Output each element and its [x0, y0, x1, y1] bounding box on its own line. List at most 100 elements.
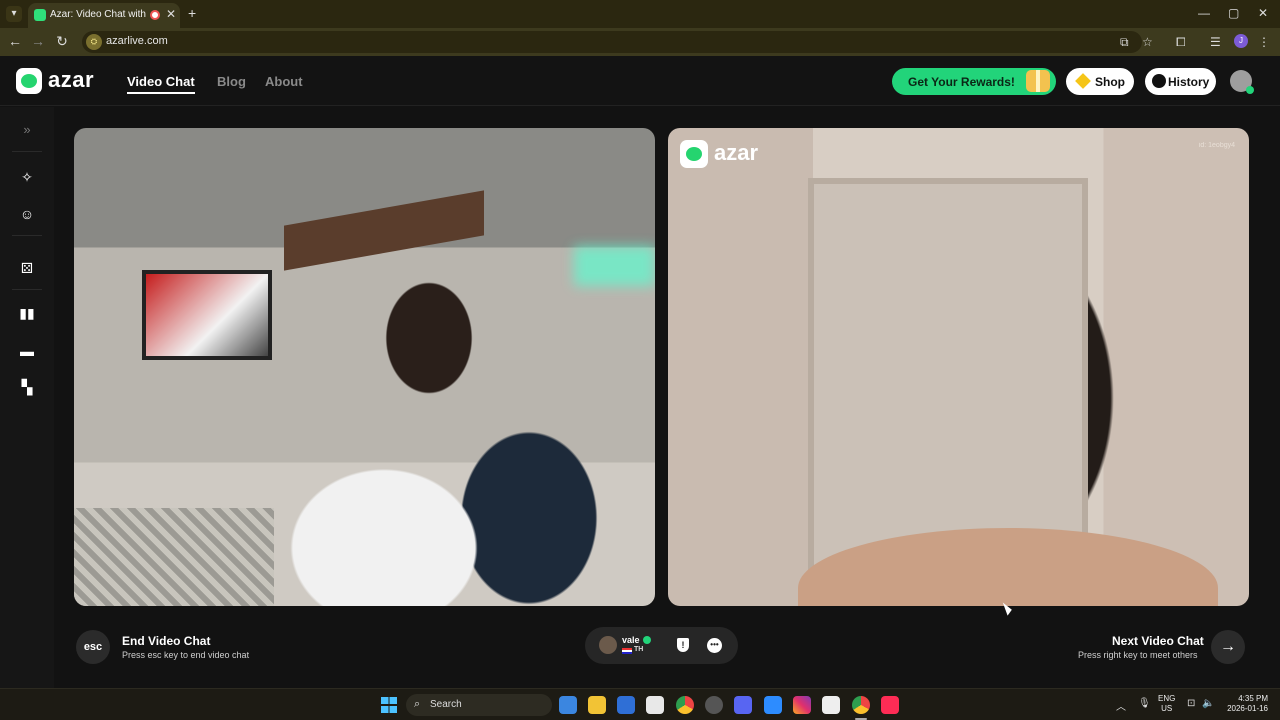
input-language[interactable]: ENG US — [1158, 694, 1175, 714]
site-info-icon[interactable]: ⛭ — [86, 34, 102, 50]
end-chat-title: End Video Chat — [122, 634, 211, 648]
layout-side-by-side-icon[interactable]: ▮▮ — [18, 304, 36, 322]
remote-video: azar id: 1eobgy4 — [668, 128, 1249, 606]
chat-bubble-icon[interactable]: ••• — [707, 638, 722, 653]
system-clock[interactable]: 4:35 PM 2026-01-16 — [1222, 694, 1268, 714]
history-button[interactable]: History — [1145, 68, 1216, 95]
window-close-icon[interactable]: ✕ — [1258, 6, 1268, 20]
profile-avatar[interactable]: J — [1234, 34, 1248, 48]
site-header: azar Video Chat Blog About Get Your Rewa… — [0, 56, 1280, 106]
tiktok-icon[interactable] — [881, 696, 899, 714]
windows-taskbar: ⌕ Search ︿ 🎙 ENG US ⊡ 🔈 4:35 PM 2026-01-… — [0, 688, 1280, 720]
peer-country: TH — [634, 646, 644, 653]
nav-blog[interactable]: Blog — [217, 74, 246, 89]
minimize-icon[interactable]: — — [1198, 6, 1210, 20]
azar-favicon-icon — [34, 9, 46, 21]
extensions-icon[interactable]: ⧠ — [1176, 35, 1186, 50]
reading-list-icon[interactable]: ☰ — [1210, 35, 1221, 49]
local-video — [74, 128, 655, 606]
rail-divider — [12, 289, 42, 290]
magic-wand-icon[interactable]: ✧ — [18, 168, 36, 186]
next-chat-arrow-button[interactable]: → — [1211, 630, 1245, 664]
end-chat-button[interactable]: esc — [76, 630, 110, 664]
verified-badge-icon — [643, 636, 651, 644]
kebab-menu-icon[interactable]: ⋮ — [1258, 35, 1270, 49]
next-chat-hint: Press right key to meet others — [1078, 650, 1198, 660]
recording-indicator-icon — [150, 10, 160, 20]
watermark-logo-icon — [680, 140, 708, 168]
back-icon[interactable]: ← — [6, 33, 24, 49]
report-shield-icon[interactable]: ! — [677, 638, 689, 652]
tab-close-icon[interactable]: ✕ — [166, 7, 176, 21]
dice-icon[interactable]: ⚄ — [18, 259, 36, 277]
peer-info-bar: vale TH ! ••• — [585, 627, 738, 664]
cast-icon[interactable]: ⧉ — [1120, 35, 1129, 50]
search-label: Search — [430, 699, 462, 710]
microphone-icon[interactable]: 🎙 — [1138, 698, 1151, 709]
clock-date: 2026-01-16 — [1227, 704, 1268, 713]
next-chat-title: Next Video Chat — [1112, 634, 1204, 648]
shop-label: Shop — [1095, 75, 1125, 89]
rail-divider — [12, 151, 42, 152]
chrome-active-icon[interactable] — [852, 696, 870, 714]
browser-tab[interactable]: Azar: Video Chat with New ✕ — [28, 3, 180, 28]
chrome-icon[interactable] — [676, 696, 694, 714]
neon-light — [574, 246, 655, 286]
windows-start-icon[interactable] — [381, 697, 397, 713]
search-icon: ⌕ — [414, 698, 421, 710]
bed — [74, 508, 274, 606]
user-avatar[interactable] — [1230, 70, 1254, 94]
address-bar: ← → ↻ ⛭ azarlive.com ⧉ ☆ ⧠ ☰ ⋮ — [0, 28, 1280, 56]
discord-icon[interactable] — [734, 696, 752, 714]
tab-search-icon[interactable]: ▾ — [6, 6, 22, 22]
zoom-icon[interactable] — [764, 696, 782, 714]
peer-name: vale — [622, 635, 640, 645]
tray-overflow-icon[interactable]: ︿ — [1116, 698, 1126, 713]
store-icon[interactable] — [646, 696, 664, 714]
expand-chevron-icon[interactable]: » — [18, 121, 36, 139]
new-tab-icon[interactable]: + — [188, 5, 196, 21]
browser-tab-bar: ▾ Azar: Video Chat with New ✕ + — ▢ ✕ — [0, 0, 1280, 28]
face-filter-icon[interactable]: ☺ — [18, 205, 36, 223]
rewards-label: Get Your Rewards! — [908, 75, 1015, 89]
end-chat-hint: Press esc key to end video chat — [122, 650, 250, 660]
photo-shelf — [284, 190, 484, 271]
volume-icon[interactable]: 🔈 — [1202, 698, 1214, 709]
capcut-icon[interactable] — [822, 696, 840, 714]
layout-stacked-icon[interactable]: ▬ — [18, 342, 36, 360]
history-label: History — [1168, 75, 1210, 89]
shop-button[interactable]: Shop — [1066, 68, 1134, 95]
lang-code: ENG — [1158, 694, 1176, 703]
peer-avatar[interactable] — [599, 636, 617, 654]
rewards-button[interactable]: Get Your Rewards! — [892, 68, 1056, 95]
nav-about[interactable]: About — [265, 74, 303, 89]
instagram-icon[interactable] — [793, 696, 811, 714]
url-field[interactable]: ⛭ azarlive.com — [82, 31, 1142, 53]
forward-icon[interactable]: → — [29, 33, 47, 49]
gift-icon — [1026, 70, 1050, 92]
url-text: azarlive.com — [106, 35, 168, 47]
bookmark-star-icon[interactable]: ☆ — [1142, 35, 1153, 49]
left-rail: » ✧ ☺ ⚄ ▮▮ ▬ ▚ — [0, 107, 54, 688]
clock-time: 4:35 PM — [1238, 694, 1268, 703]
thailand-flag-icon — [622, 648, 632, 654]
nav-video-chat[interactable]: Video Chat — [127, 74, 195, 94]
widgets-app-icon[interactable] — [559, 696, 577, 714]
steam-icon[interactable] — [705, 696, 723, 714]
logo-text[interactable]: azar — [48, 67, 94, 93]
gem-icon — [1075, 73, 1091, 89]
file-explorer-icon[interactable] — [588, 696, 606, 714]
taskbar-search[interactable]: ⌕ Search — [406, 694, 552, 716]
network-icon[interactable]: ⊡ — [1187, 698, 1195, 709]
rail-divider — [12, 235, 42, 236]
azar-logo-icon[interactable] — [16, 68, 42, 94]
reload-icon[interactable]: ↻ — [53, 33, 71, 50]
outlook-icon[interactable] — [617, 696, 635, 714]
maximize-icon[interactable]: ▢ — [1228, 6, 1239, 20]
wall-painting — [142, 270, 272, 360]
clock-icon — [1152, 74, 1166, 88]
watermark-id: id: 1eobgy4 — [1198, 142, 1235, 149]
tab-title: Azar: Video Chat with New — [50, 9, 146, 20]
layout-grid-icon[interactable]: ▚ — [18, 378, 36, 396]
watermark-text: azar — [714, 140, 759, 165]
